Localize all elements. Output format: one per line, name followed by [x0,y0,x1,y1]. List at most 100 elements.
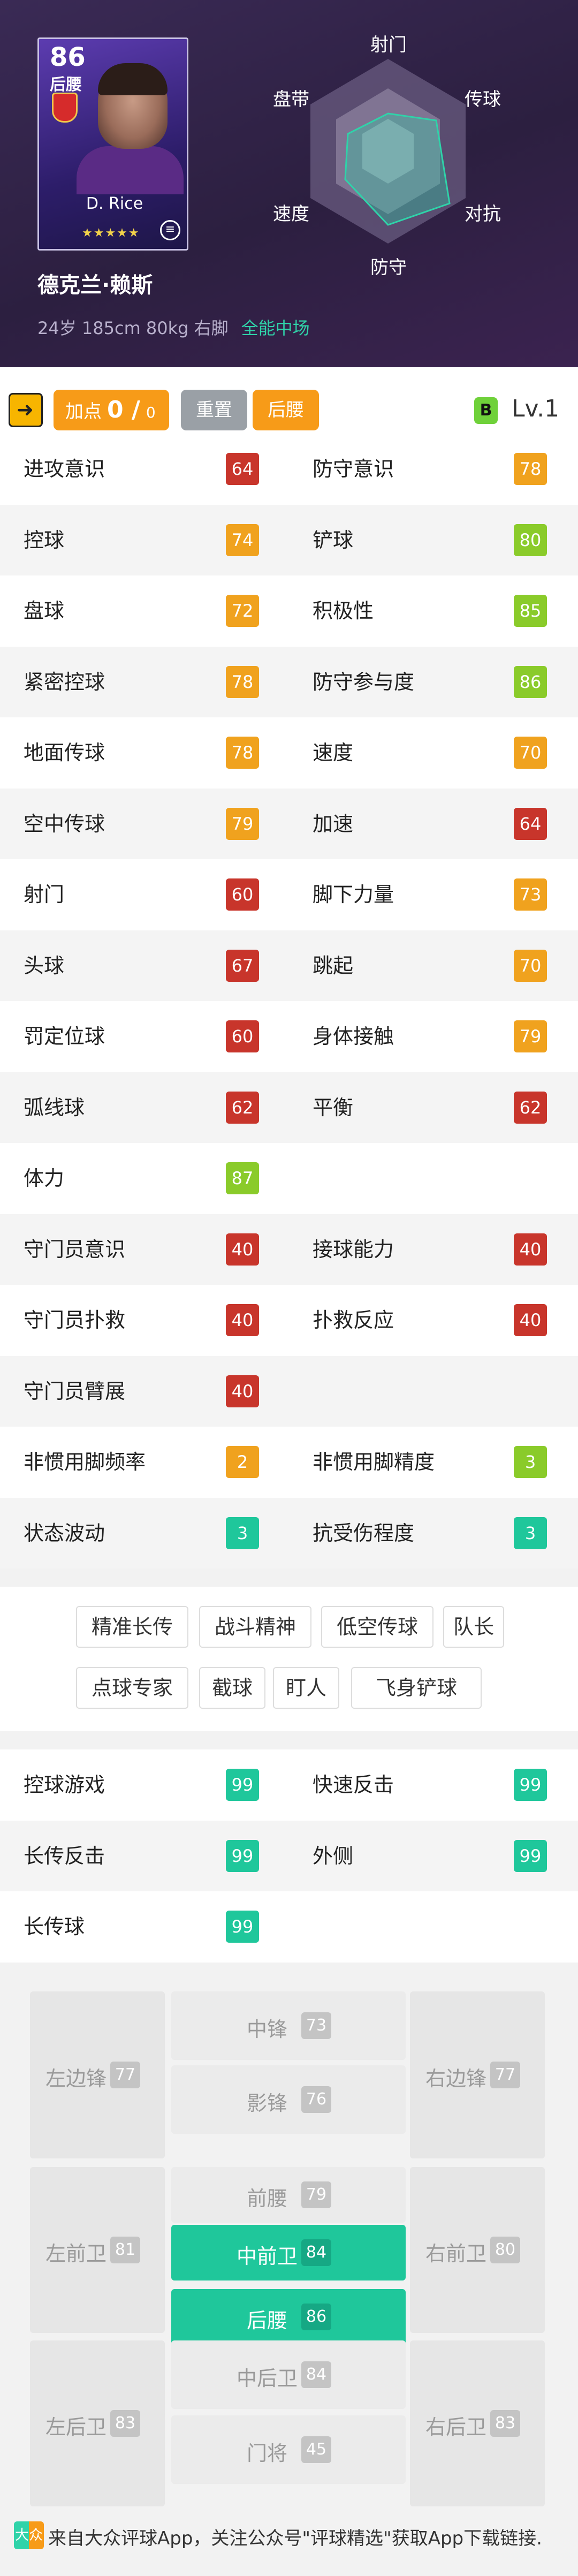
skill-tag: 精准长传 [76,1606,188,1648]
ai-skill-label: 快速反击 [313,1773,394,1797]
stat-cell: 射门 60 [0,859,289,930]
ai-skill-cell: 长传反击 99 [0,1821,289,1892]
expand-arrow-icon[interactable] [9,393,43,427]
position-amf[interactable]: 前腰 79 [171,2166,406,2223]
skill-tag: 战斗精神 [199,1606,311,1648]
stat-label: 脚下力量 [313,883,394,906]
stat-row: 进攻意识 64 防守意识 78 [0,434,578,505]
stat-label: 头球 [24,953,65,978]
position-rmf[interactable]: 右前卫 80 [410,2166,545,2333]
radar-label-shooting: 射门 [370,34,407,56]
position-label: 影锋 [246,2091,287,2115]
position-ratings: 左边锋 77 中锋 73 影锋 76 右边锋 77 前腰 79 左前卫 81 中前卫 84 后腰 86 右前卫 8… [0,1980,578,2516]
stat-label: 身体接触 [313,1025,394,1048]
points-value: 0 / [107,396,141,423]
position-ss[interactable]: 影锋 76 [171,2065,406,2134]
stat-row: 射门 60 脚下力量 73 [0,859,578,930]
position-label: 右前卫 [425,2241,486,2266]
position-label: 右后卫 [425,2415,486,2439]
level-badge: B [474,397,498,424]
stat-value: 62 [226,1091,259,1124]
position-lw[interactable]: 左边锋 77 [30,1991,165,2158]
card-position: 后腰 [50,75,82,94]
ai-skill-label: 长传球 [24,1915,85,1938]
stat-label: 空中传球 [24,812,105,836]
position-cb[interactable]: 中后卫 84 [171,2340,406,2409]
ai-skill-label: 外侧 [313,1844,354,1868]
position-dmf[interactable]: 后腰 86 [171,2289,406,2345]
position-rating: 81 [110,2236,140,2263]
stat-label: 扑救反应 [313,1308,394,1332]
ai-skill-value: 99 [226,1911,259,1943]
stat-cell: 守门员意识 40 [0,1214,289,1285]
stat-cell: 地面传球 78 [0,717,289,789]
position-rating: 83 [490,2410,520,2437]
position-gk[interactable]: 门将 45 [171,2415,406,2484]
stat-cell [289,1143,578,1214]
stat-value: 62 [514,1091,547,1124]
skill-tag: 低空传球 [321,1606,434,1648]
stat-label: 抗受伤程度 [313,1521,415,1545]
position-lmf[interactable]: 左前卫 81 [30,2166,165,2333]
stat-row: 弧线球 62 平衡 62 [0,1072,578,1143]
player-name: 德克兰·赖斯 [37,273,153,298]
position-rating: 76 [301,2086,331,2113]
stat-row: 守门员臂展 40 [0,1355,578,1427]
position-cf[interactable]: 中锋 73 [171,1991,406,2060]
stat-value: 60 [226,1020,259,1052]
position-rb[interactable]: 右后卫 83 [410,2340,545,2506]
stat-cell: 体力 87 [0,1143,289,1214]
stat-value: 40 [226,1233,259,1266]
ai-skill-label: 长传反击 [24,1844,105,1868]
stat-cell: 守门员臂展 40 [0,1356,289,1427]
skill-tag: 盯人 [273,1667,339,1709]
app-logo-icon: 大众 [14,2521,44,2549]
ai-skill-value: 99 [514,1769,547,1801]
position-label: 左边锋 [45,2066,107,2090]
points-max: 0 [146,404,156,421]
stat-label: 射门 [24,883,65,906]
stat-value: 73 [514,878,547,911]
position-label: 中锋 [246,2017,287,2041]
stat-cell: 跳起 70 [289,930,578,1002]
level-text[interactable]: Lv.1 [512,395,559,422]
stat-cell: 平衡 62 [289,1072,578,1143]
divider [0,1962,578,1981]
stat-cell: 盘球 72 [0,575,289,647]
stat-value: 64 [226,453,259,485]
position-lb[interactable]: 左后卫 83 [30,2340,165,2506]
skill-tag: 队长 [443,1606,504,1648]
position-rw[interactable]: 右边锋 77 [410,1991,545,2158]
stat-label: 非惯用脚精度 [313,1450,435,1474]
radar-chart: 射门 盘带 传球 速度 对抗 防守 [252,0,541,300]
stat-value: 40 [514,1233,547,1266]
stat-cell: 接球能力 40 [289,1214,578,1285]
stat-cell: 进攻意识 64 [0,434,289,505]
stat-label: 加速 [313,812,354,836]
stat-label: 紧密控球 [24,670,105,694]
stat-cell: 扑救反应 40 [289,1285,578,1356]
footer-text: 来自大众评球App，关注公众号"评球精选"获取App下载链接. [48,2527,542,2549]
points-label: 加点 [65,401,102,422]
stat-value: 40 [226,1375,259,1407]
position-rating: 84 [301,2239,331,2266]
stat-cell: 空中传球 79 [0,789,289,860]
stat-label: 跳起 [313,953,354,978]
radar-label-speed: 速度 [273,203,309,225]
stat-row: 罚定位球 60 身体接触 79 [0,1001,578,1072]
stat-row: 非惯用脚频率 2 非惯用脚精度 3 [0,1427,578,1498]
ai-skill-cell: 外侧 99 [289,1821,578,1892]
ai-skill-row: 控球游戏 99 快速反击 99 [0,1749,578,1821]
position-select-button[interactable]: 后腰 [253,390,319,430]
stat-cell: 加速 64 [289,789,578,860]
points-button[interactable]: 加点 0 / 0 [54,390,169,430]
club-badge-icon [52,93,78,123]
footer: 大众 来自大众评球App，关注公众号"评球精选"获取App下载链接. [0,2516,578,2554]
reset-button[interactable]: 重置 [181,390,247,430]
stat-cell: 头球 67 [0,930,289,1002]
stat-cell: 守门员扑救 40 [0,1285,289,1356]
stat-label: 罚定位球 [24,1025,105,1048]
stat-row: 盘球 72 积极性 85 [0,575,578,647]
position-cmf[interactable]: 中前卫 84 [171,2224,406,2280]
position-label: 中后卫 [236,2366,298,2390]
